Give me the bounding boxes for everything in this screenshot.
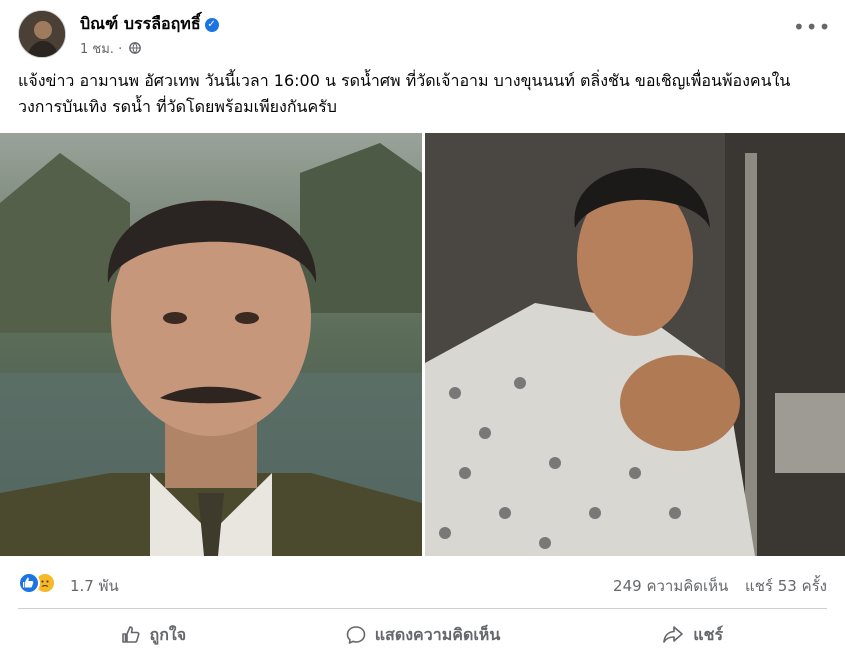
post-meta: 1 ชม. ·	[80, 38, 142, 59]
comments-count[interactable]: 249 ความคิดเห็น	[613, 577, 728, 595]
engagement-stats: 249 ความคิดเห็น แชร์ 53 ครั้ง	[601, 574, 827, 598]
photo-grid	[0, 133, 845, 556]
post-actions-bar: ถูกใจ แสดงความคิดเห็น แชร์	[18, 612, 827, 658]
comment-bubble-icon	[346, 626, 366, 644]
share-arrow-icon	[663, 626, 684, 643]
post-text: แจ้งข่าว อามานพ อัศวเทพ วันนี้เวลา 16:00…	[18, 71, 791, 116]
comment-button[interactable]: แสดงความคิดเห็น	[288, 612, 558, 658]
like-button[interactable]: ถูกใจ	[18, 612, 288, 658]
actions-divider	[18, 608, 827, 609]
share-label: แชร์	[693, 624, 724, 644]
author-name-row: บิณฑ์ บรรลือฤทธิ์ ✓	[80, 12, 219, 37]
comment-label: แสดงความคิดเห็น	[374, 624, 501, 644]
meta-separator: ·	[118, 42, 123, 57]
shares-count[interactable]: แชร์ 53 ครั้ง	[745, 577, 827, 595]
avatar-image	[19, 11, 65, 57]
verified-badge-icon: ✓	[204, 17, 219, 32]
reactions-count[interactable]: 1.7 พัน	[70, 574, 119, 598]
post-header: บิณฑ์ บรรลือฤทธิ์ ✓ 1 ชม. · •••	[18, 10, 831, 60]
thumbs-up-icon	[121, 626, 140, 643]
globe-icon	[129, 41, 142, 58]
photo-right-image	[425, 133, 845, 556]
photo-left[interactable]	[0, 133, 422, 556]
photo-left-image	[0, 133, 422, 556]
share-button[interactable]: แชร์	[557, 612, 827, 658]
post-time[interactable]: 1 ชม.	[80, 42, 114, 57]
like-reaction-icon	[18, 572, 40, 594]
like-label: ถูกใจ	[149, 624, 187, 644]
author-name[interactable]: บิณฑ์ บรรลือฤทธิ์	[80, 14, 201, 33]
photo-right[interactable]	[425, 133, 845, 556]
more-options-icon[interactable]: •••	[793, 17, 830, 40]
author-avatar[interactable]	[18, 10, 66, 58]
